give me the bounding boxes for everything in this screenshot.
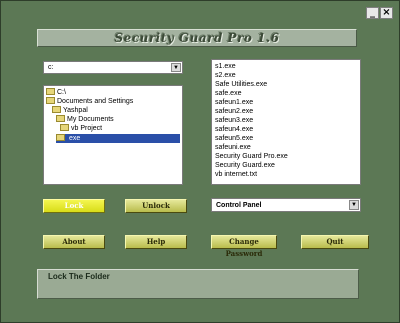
target-select[interactable]: Control Panel ▼: [211, 198, 361, 212]
tree-item[interactable]: Yashpal: [52, 105, 88, 115]
drive-select[interactable]: c: ▼: [43, 61, 183, 74]
tree-item-selected[interactable]: exe: [56, 133, 180, 143]
tree-item[interactable]: vb Project: [60, 123, 102, 133]
list-item[interactable]: Security Guard Pro.exe: [212, 152, 360, 161]
list-item[interactable]: Safe Utilities.exe: [212, 80, 360, 89]
target-select-value: Control Panel: [216, 202, 262, 209]
status-panel: Lock The Folder: [37, 269, 359, 299]
list-item[interactable]: safeun5.exe: [212, 134, 360, 143]
lock-button[interactable]: Lock: [43, 199, 105, 213]
list-item[interactable]: safeun3.exe: [212, 116, 360, 125]
list-item[interactable]: Security Guard.exe: [212, 161, 360, 170]
list-item[interactable]: safeuni.exe: [212, 143, 360, 152]
chevron-down-icon[interactable]: ▼: [171, 63, 181, 72]
change-password-button[interactable]: Change Password: [211, 235, 277, 258]
app-window: _ × Security Guard Pro 1.6 c: ▼ C:\ Docu…: [0, 0, 400, 323]
drive-select-value: c:: [48, 64, 54, 71]
folder-open-icon: [56, 133, 65, 141]
folder-tree[interactable]: C:\ Documents and Settings Yashpal My Do…: [43, 85, 183, 185]
folder-icon: [56, 114, 65, 122]
list-item[interactable]: s2.exe: [212, 71, 360, 80]
help-button[interactable]: Help: [125, 235, 187, 249]
about-button[interactable]: About: [43, 235, 105, 249]
list-item[interactable]: vb internet.txt: [212, 170, 360, 179]
chevron-down-icon[interactable]: ▼: [349, 200, 359, 210]
file-list[interactable]: s1.exe s2.exe Safe Utilities.exe safe.ex…: [211, 59, 361, 185]
folder-icon: [52, 105, 61, 113]
tree-item[interactable]: My Documents: [56, 114, 114, 124]
folder-icon: [46, 96, 55, 104]
status-text: Lock The Folder: [48, 272, 110, 281]
list-item[interactable]: safeun2.exe: [212, 107, 360, 116]
list-item[interactable]: s1.exe: [212, 62, 360, 71]
folder-icon: [46, 87, 55, 95]
list-item[interactable]: safe.exe: [212, 89, 360, 98]
tree-item[interactable]: C:\: [46, 87, 66, 97]
minimize-button[interactable]: _: [366, 7, 379, 19]
folder-icon: [60, 123, 69, 131]
unlock-button[interactable]: Unlock: [125, 199, 187, 213]
list-item[interactable]: safeun1.exe: [212, 98, 360, 107]
quit-button[interactable]: Quit: [301, 235, 369, 249]
app-title: Security Guard Pro 1.6: [37, 29, 357, 47]
tree-item[interactable]: Documents and Settings: [46, 96, 133, 106]
list-item[interactable]: safeun4.exe: [212, 125, 360, 134]
close-button[interactable]: ×: [380, 7, 393, 19]
